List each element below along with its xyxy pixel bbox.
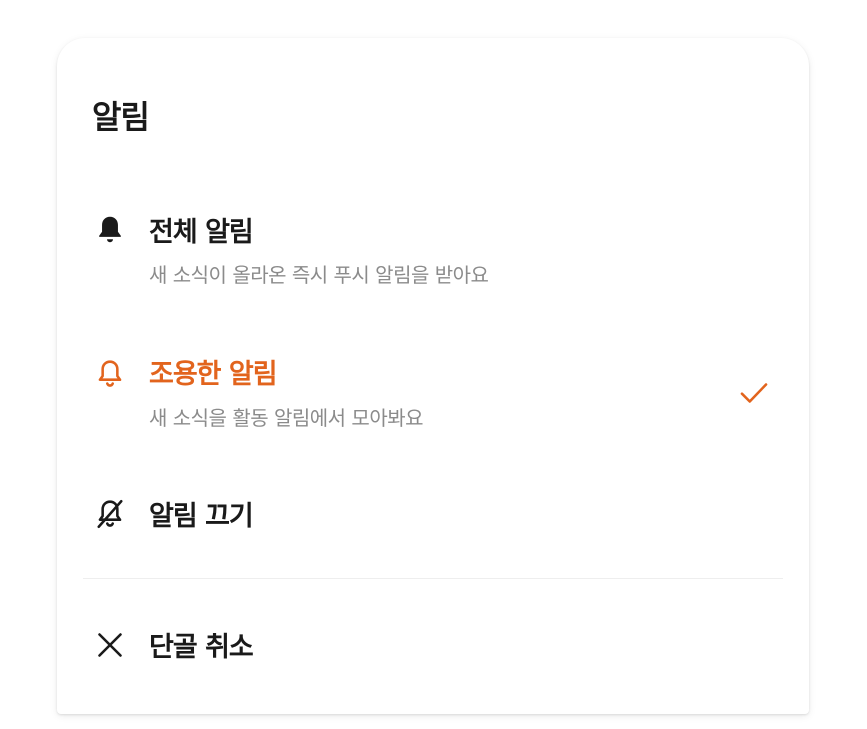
divider (83, 578, 783, 579)
option-label: 알림 끄기 (149, 501, 254, 532)
notification-settings-sheet: 알림 전체 알림 새 소식이 올라온 즉시 푸시 알림을 받아요 조용한 알림 … (57, 38, 809, 714)
option-description: 새 소식이 올라온 즉시 푸시 알림을 받아요 (149, 263, 489, 287)
unfavorite-label: 단골 취소 (149, 632, 254, 663)
option-all-notifications[interactable]: 전체 알림 새 소식이 올라온 즉시 푸시 알림을 받아요 (57, 203, 809, 303)
option-label: 전체 알림 (149, 217, 254, 248)
unfavorite-button[interactable]: 단골 취소 (57, 618, 809, 678)
close-icon (98, 633, 122, 657)
option-description: 새 소식을 활동 알림에서 모아봐요 (149, 406, 424, 430)
option-notifications-off[interactable]: 알림 끄기 (57, 488, 809, 548)
option-quiet-notifications[interactable]: 조용한 알림 새 소식을 활동 알림에서 모아봐요 (57, 346, 809, 446)
bell-filled-icon (99, 216, 121, 243)
checkmark-icon (740, 383, 768, 403)
option-label: 조용한 알림 (149, 359, 278, 390)
bell-off-icon (97, 499, 123, 529)
sheet-title: 알림 (92, 98, 150, 136)
bell-outline-icon (98, 360, 122, 387)
